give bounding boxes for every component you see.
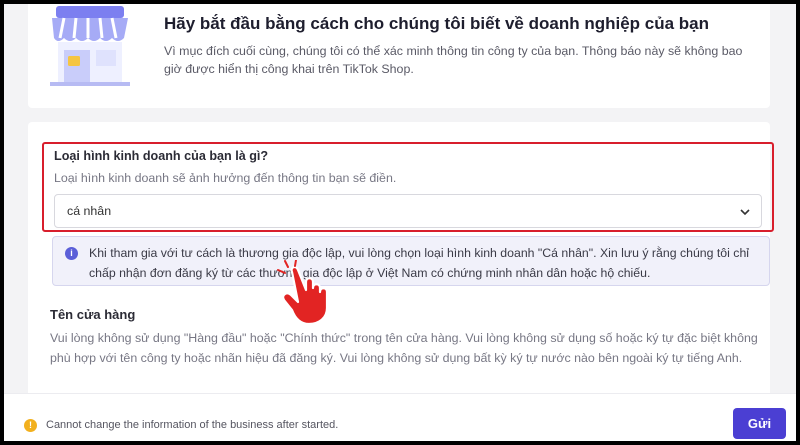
info-icon: i <box>65 247 78 260</box>
business-type-hint: Loại hình kinh doanh sẽ ảnh hưởng đến th… <box>54 171 397 185</box>
footer-warning-text: Cannot change the information of the bus… <box>46 419 339 431</box>
page-frame: Hãy bắt đầu bằng cách cho chúng tôi biết… <box>4 4 796 441</box>
pointing-hand-icon <box>277 260 329 326</box>
intro-title: Hãy bắt đầu bằng cách cho chúng tôi biết… <box>164 14 710 33</box>
info-notice: i Khi tham gia với tư cách là thương gia… <box>52 236 770 286</box>
business-type-select[interactable]: cá nhân <box>54 194 762 228</box>
business-type-selected-value: cá nhân <box>67 204 112 218</box>
intro-description: Vì mục đích cuối cùng, chúng tôi có thể … <box>164 44 743 76</box>
store-name-description: Vui lòng không sử dụng "Hàng đầu" hoặc "… <box>50 331 758 365</box>
store-name-label: Tên cửa hàng <box>50 307 136 322</box>
intro-card: Hãy bắt đầu bằng cách cho chúng tôi biết… <box>28 4 770 108</box>
chevron-down-icon <box>740 209 750 216</box>
storefront-icon <box>50 6 130 86</box>
submit-button[interactable]: Gửi <box>733 408 786 439</box>
warning-icon: ! <box>24 419 37 432</box>
footer-bar: ! Cannot change the information of the b… <box>4 393 796 441</box>
info-notice-text: Khi tham gia với tư cách là thương gia đ… <box>89 246 750 280</box>
business-type-section: Loại hình kinh doanh của bạn là gì? Loại… <box>42 142 774 232</box>
business-type-label: Loại hình kinh doanh của bạn là gì? <box>54 149 269 163</box>
